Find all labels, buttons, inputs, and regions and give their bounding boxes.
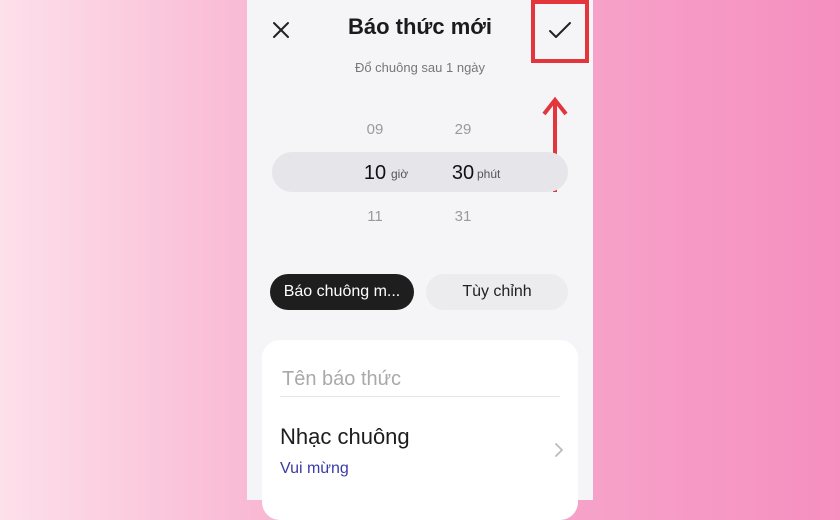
chevron-right-icon [555,443,563,457]
hour-prev[interactable]: 09 [360,121,390,138]
minute-next[interactable]: 31 [448,208,478,225]
ringtone-row[interactable]: Nhạc chuông Vui mừng [280,420,566,490]
ringtone-label: Nhạc chuông [280,424,410,449]
hour-unit: giờ [391,167,409,181]
close-button[interactable] [267,16,295,44]
tab-ring-once[interactable]: Báo chuông m... [270,274,414,310]
tab-custom[interactable]: Tùy chỉnh [426,274,568,310]
highlight-box [531,0,589,63]
hour-selected[interactable]: 10 [360,162,390,185]
minute-unit: phút [477,167,501,181]
ring-time-subtitle: Đổ chuông sau 1 ngày [354,60,486,75]
hour-next[interactable]: 11 [360,208,390,225]
alarm-name-input[interactable] [280,362,560,397]
ringtone-value: Vui mừng [280,460,349,477]
minute-prev[interactable]: 29 [448,121,478,138]
page-title: Báo thức mới [347,14,493,39]
minute-selected[interactable]: 30 [448,162,478,185]
time-picker-selection-band [272,152,568,192]
close-icon [273,22,289,38]
